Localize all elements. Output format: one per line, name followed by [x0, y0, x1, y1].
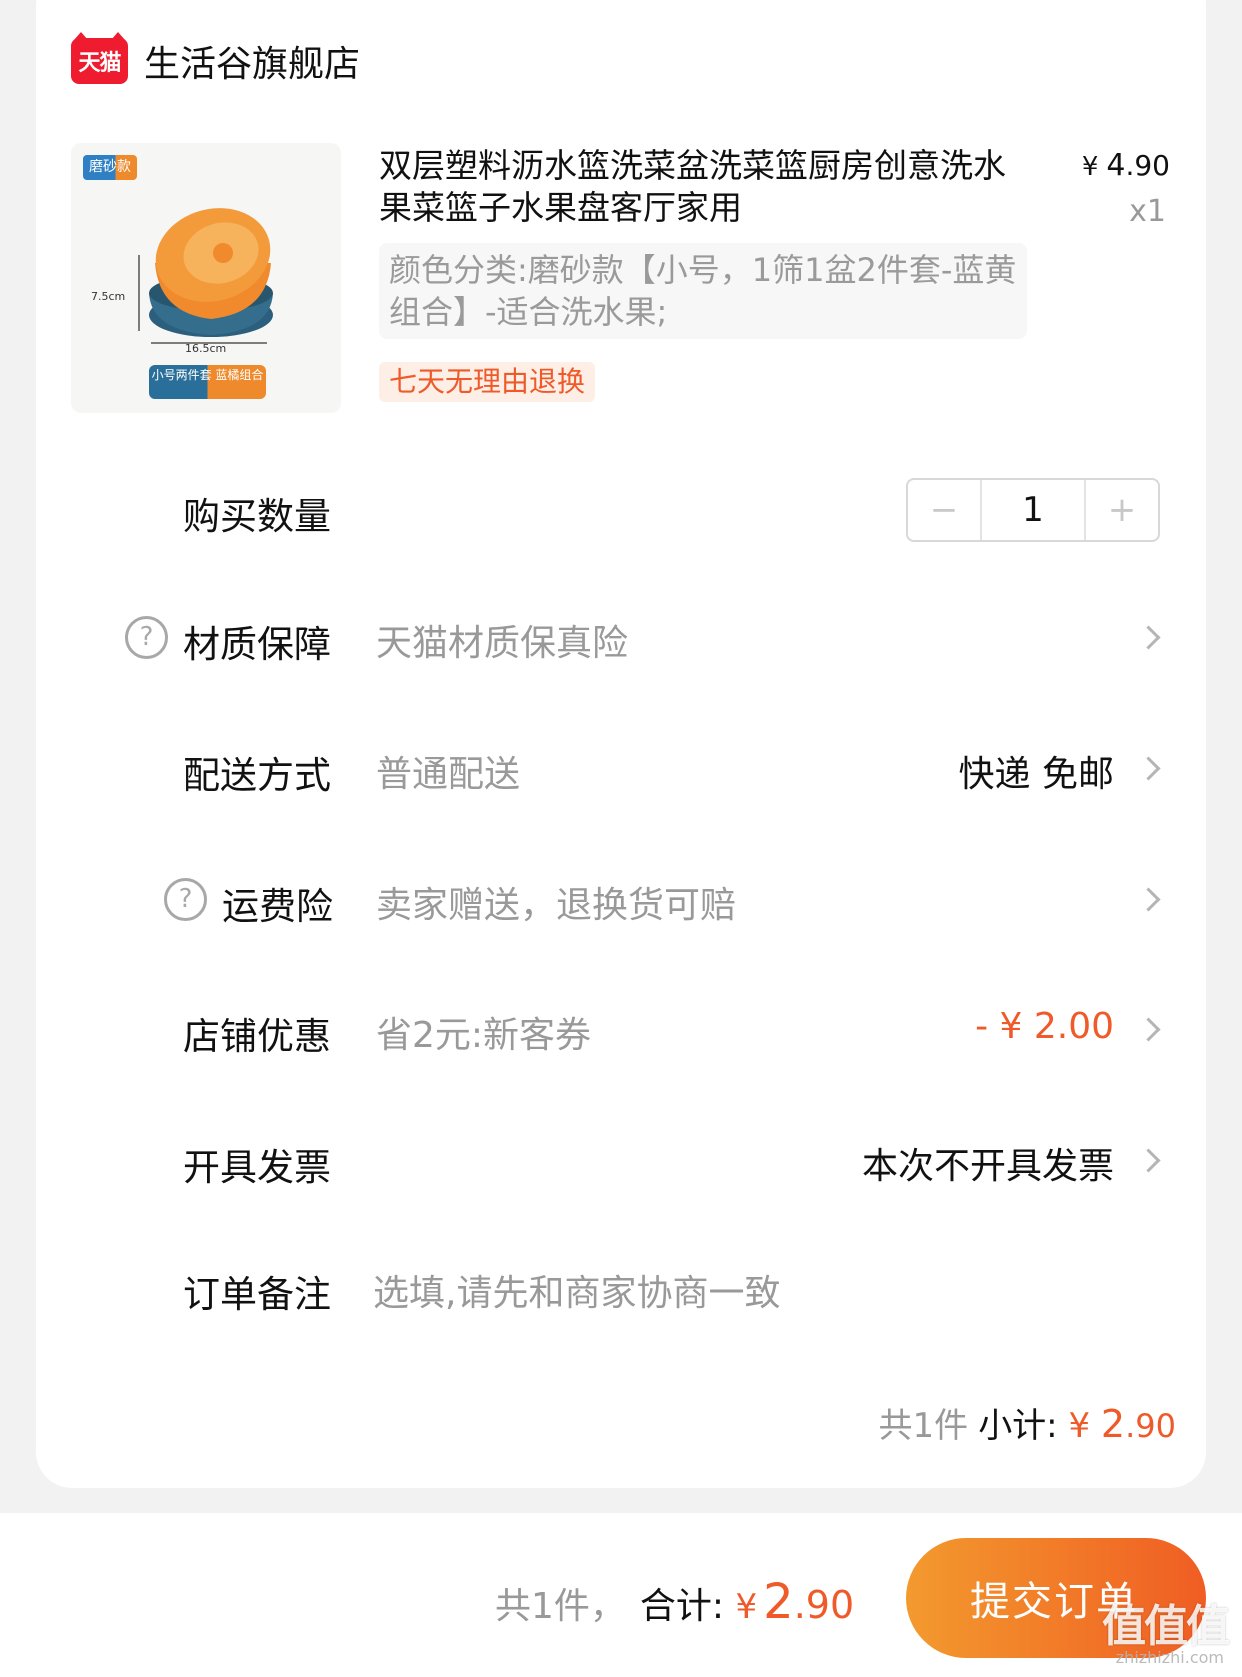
product-spec[interactable]: 颜色分类:磨砂款【小号，1筛1盆2件套-蓝黄组合】-适合洗水果;	[379, 243, 1027, 339]
product-quantity: x1	[1129, 194, 1166, 229]
plus-button[interactable]: +	[1086, 480, 1158, 540]
help-icon[interactable]: ?	[164, 878, 207, 921]
invoice-value[interactable]: 本次不开具发票	[862, 1137, 1114, 1189]
discount-label: 店铺优惠	[183, 1015, 331, 1058]
freight-value[interactable]: 卖家赠送，退换货可赔	[376, 876, 736, 928]
discount-value[interactable]: 省2元:新客券	[376, 1006, 591, 1058]
price-currency: ¥	[1081, 152, 1099, 182]
help-icon[interactable]: ?	[125, 616, 168, 659]
image-bottom-label: 小号两件套 蓝橘组合	[149, 365, 266, 399]
store-name: 生活谷旗舰店	[144, 44, 361, 85]
material-value[interactable]: 天猫材质保真险	[376, 614, 628, 666]
quantity-label: 购买数量	[183, 495, 331, 538]
price-dec: .90	[1125, 149, 1170, 182]
minus-button[interactable]: −	[908, 480, 980, 540]
quantity-value[interactable]: 1	[980, 480, 1086, 540]
price-int: 4	[1106, 148, 1126, 183]
delivery-right[interactable]: 快递 免邮	[959, 745, 1114, 797]
total-amount: ¥2.90	[735, 1574, 855, 1630]
product-image[interactable]: 磨砂款 7.5cm 16.5cm 小号两件套 蓝橘组合	[71, 143, 341, 413]
total-label: 合计:	[639, 1586, 725, 1627]
delivery-value[interactable]: 普通配送	[376, 745, 520, 797]
tmall-logo-icon: 天猫	[71, 32, 128, 84]
image-dim-width: 16.5cm	[185, 342, 227, 355]
watermark-logo: 值值值	[1102, 1601, 1230, 1652]
note-input[interactable]: 选填,请先和商家协商一致	[373, 1264, 780, 1316]
material-label: 材质保障	[183, 623, 331, 666]
total-count: 共1件，	[495, 1586, 626, 1627]
freight-label: 运费险	[222, 885, 333, 928]
subtotal-label: 小计:	[978, 1406, 1058, 1446]
store-header[interactable]: 天猫 生活谷旗舰店	[71, 32, 361, 86]
discount-amount[interactable]: - ¥ 2.00	[975, 1006, 1114, 1047]
image-dim-height: 7.5cm	[91, 290, 126, 303]
subtotal-count: 共1件	[878, 1406, 969, 1446]
return-policy-tag: 七天无理由退换	[379, 362, 596, 402]
product-title[interactable]: 双层塑料沥水篮洗菜盆洗菜篮厨房创意洗水果菜篮子水果盘客厅家用	[379, 145, 1019, 229]
invoice-label: 开具发票	[183, 1146, 331, 1189]
note-label: 订单备注	[183, 1273, 331, 1316]
delivery-label: 配送方式	[183, 754, 331, 797]
subtotal: 共1件 小计: ¥ 2.90	[879, 1398, 1176, 1447]
quantity-stepper: − 1 +	[906, 478, 1160, 542]
watermark-url: zhizhizhi.com	[1115, 1648, 1224, 1667]
total-summary: 共1件， 合计: ¥2.90	[495, 1574, 854, 1630]
product-price: ¥4.90	[1082, 148, 1170, 183]
subtotal-amount: ¥ 2.90	[1068, 1402, 1176, 1446]
